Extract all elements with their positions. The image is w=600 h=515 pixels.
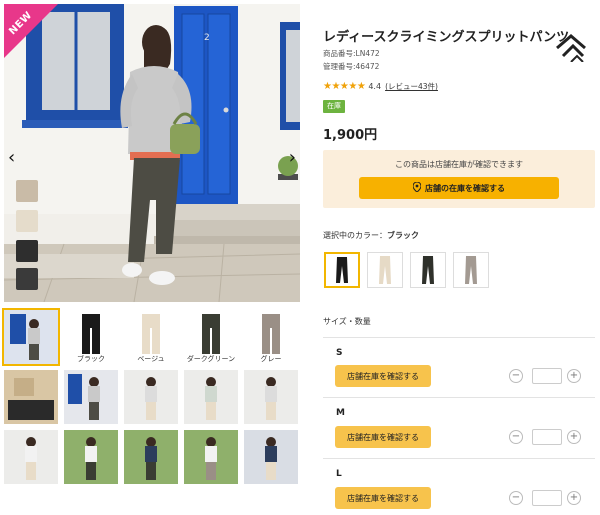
size-name-l: L — [336, 469, 342, 479]
rating-value: 4.4 — [368, 81, 382, 91]
check-stock-size-s-button[interactable]: 店舗在庫を確認する — [335, 365, 431, 387]
star-rating-icon: ★★★★★ — [323, 80, 366, 92]
divider — [323, 337, 595, 338]
check-stock-size-l-button[interactable]: 店舗在庫を確認する — [335, 487, 431, 509]
thumbnail-model-10[interactable] — [244, 430, 298, 484]
thumbnail-detail[interactable] — [4, 370, 58, 424]
size-quantity-label: サイズ・数量 — [323, 317, 371, 326]
selected-color-label: 選択中のカラー：ブラック — [323, 230, 419, 241]
stock-tag: 在庫 — [323, 100, 345, 113]
color-swatch-black[interactable] — [16, 240, 38, 262]
brand-logo-icon[interactable] — [555, 34, 587, 66]
gray-pants-icon — [465, 256, 477, 284]
thumbnail-model-5[interactable] — [244, 370, 298, 424]
thumbnail-caption: ベージュ — [124, 354, 178, 364]
qty-minus-l-button[interactable]: − — [509, 491, 523, 505]
color-option-gray[interactable] — [453, 252, 489, 288]
divider — [323, 458, 595, 459]
color-swatch-cream[interactable] — [16, 210, 38, 232]
darkgreen-pants-icon — [422, 256, 434, 284]
color-swatch-darkgreen[interactable] — [16, 268, 38, 290]
qty-minus-m-button[interactable]: − — [509, 430, 523, 444]
management-number: 管理番号:46472 — [323, 62, 380, 71]
qty-input-s[interactable] — [532, 368, 562, 384]
thumbnail-model-3[interactable] — [124, 370, 178, 424]
store-stock-note: この商品は店舗在庫が確認できます — [395, 160, 523, 169]
thumbnail-caption: ブラック — [64, 354, 118, 364]
divider — [323, 397, 595, 398]
qty-plus-s-button[interactable]: + — [567, 369, 581, 383]
selected-color-prefix: 選択中のカラー： — [323, 231, 387, 240]
qty-plus-m-button[interactable]: + — [567, 430, 581, 444]
location-pin-icon — [412, 181, 422, 194]
new-badge: NEW — [4, 4, 58, 58]
thumbnail-model-front[interactable] — [2, 308, 60, 366]
qty-input-l[interactable] — [532, 490, 562, 506]
check-stock-size-m-button[interactable]: 店舗在庫を確認する — [335, 426, 431, 448]
thumbnail-model-6[interactable] — [4, 430, 58, 484]
qty-input-m[interactable] — [532, 429, 562, 445]
thumbnail-model-2[interactable] — [64, 370, 118, 424]
check-store-stock-button[interactable]: 店舗の在庫を確認する — [359, 177, 559, 199]
selected-color-value: ブラック — [387, 231, 419, 240]
prev-image-arrow[interactable]: ‹ — [8, 149, 15, 167]
thumbnail-model-4[interactable] — [184, 370, 238, 424]
product-main-image: 2 NEW ‹ › — [4, 4, 300, 302]
product-title: レディースクライミングスプリットパンツ — [323, 30, 570, 45]
color-swatch-beige[interactable] — [16, 180, 38, 202]
beige-pants-icon — [379, 256, 391, 284]
qty-plus-l-button[interactable]: + — [567, 491, 581, 505]
review-count-link[interactable]: (レビュー43件) — [385, 81, 438, 92]
thumbnail-darkgreen[interactable]: ダークグリーン — [184, 310, 238, 364]
black-pants-icon — [336, 257, 348, 283]
qty-minus-s-button[interactable]: − — [509, 369, 523, 383]
next-image-arrow[interactable]: › — [289, 149, 296, 167]
door-number: 2 — [204, 33, 210, 43]
size-name-s: S — [336, 348, 343, 358]
thumbnail-beige[interactable]: ベージュ — [124, 310, 178, 364]
size-name-m: M — [336, 408, 345, 418]
store-stock-panel: この商品は店舗在庫が確認できます 店舗の在庫を確認する — [323, 150, 595, 208]
thumbnail-model-7[interactable] — [64, 430, 118, 484]
thumbnail-model-9[interactable] — [184, 430, 238, 484]
thumbnail-caption: グレー — [244, 354, 298, 364]
color-option-black[interactable] — [324, 252, 360, 288]
rating-row: ★★★★★ 4.4 (レビュー43件) — [323, 80, 438, 92]
thumbnail-caption: ダークグリーン — [184, 354, 238, 364]
color-option-beige[interactable] — [367, 252, 403, 288]
thumbnail-gray[interactable]: グレー — [244, 310, 298, 364]
color-option-darkgreen[interactable] — [410, 252, 446, 288]
price: 1,900円 — [323, 128, 378, 143]
thumbnail-black[interactable]: ブラック — [64, 310, 118, 364]
thumbnail-model-8[interactable] — [124, 430, 178, 484]
item-number: 商品番号:LN472 — [323, 49, 380, 58]
check-store-stock-label: 店舗の在庫を確認する — [425, 183, 505, 193]
